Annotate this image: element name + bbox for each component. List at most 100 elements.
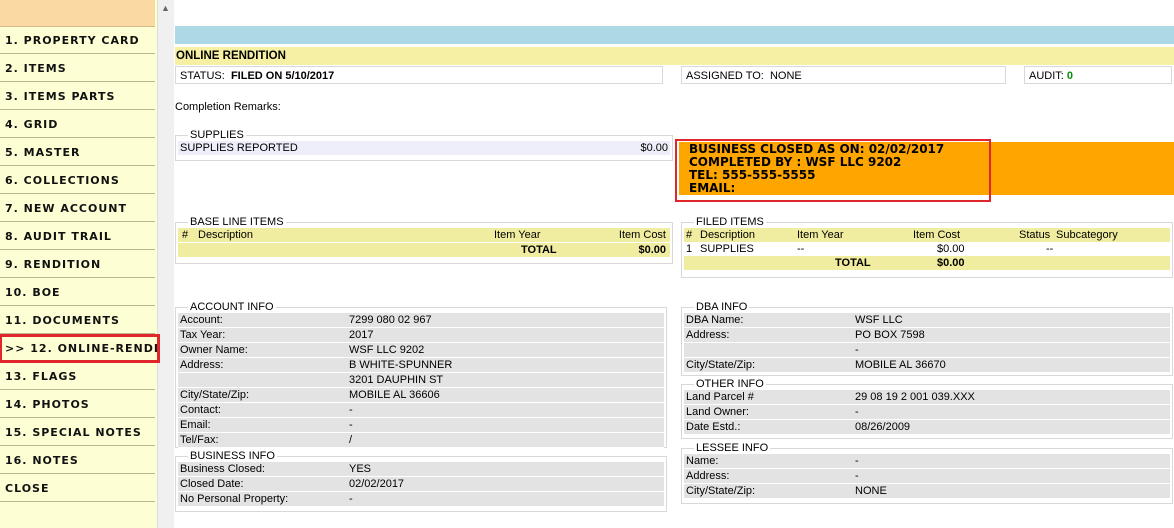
assigned-label: ASSIGNED TO:	[686, 70, 764, 82]
lessee-row: Name: -	[684, 454, 1170, 469]
filed-total-label: TOTAL	[835, 257, 871, 269]
baseline-col-desc: Description	[198, 229, 254, 241]
sidebar-item[interactable]: 6. COLLECTIONS	[0, 167, 155, 194]
account-row: Owner Name: WSF LLC 9202	[178, 343, 664, 358]
lessee-row-label: Name:	[686, 455, 719, 467]
sidebar-item[interactable]: 3. ITEMS PARTS	[0, 83, 155, 110]
account-row-label: Email:	[180, 419, 211, 431]
baseline-col-year: Item Year	[494, 229, 541, 241]
vertical-scrollbar[interactable]: ▲	[157, 0, 174, 528]
sidebar-item[interactable]: 8. AUDIT TRAIL	[0, 223, 155, 250]
sidebar-item[interactable]: CLOSE	[0, 475, 155, 502]
sidebar-item[interactable]: 10. BOE	[0, 279, 155, 306]
dba-row: Address: PO BOX 7598	[684, 328, 1170, 343]
audit-value: 0	[1066, 70, 1074, 82]
business-row-value: -	[349, 493, 353, 505]
sidebar-item[interactable]: 11. DOCUMENTS	[0, 307, 155, 334]
business-row-label: Closed Date:	[180, 478, 244, 490]
account-row-value: /	[349, 434, 353, 446]
business-rows: Business Closed: YES Closed Date: 02/02/201…	[178, 462, 664, 507]
business-row-value: YES	[349, 463, 372, 475]
lessee-row-label: City/State/Zip:	[686, 485, 756, 497]
filed-legend: FILED ITEMS	[696, 216, 764, 228]
account-row-label: Tel/Fax:	[180, 434, 219, 446]
audit-box: AUDIT: 0	[1024, 66, 1172, 84]
account-row-value: WSF LLC 9202	[349, 344, 425, 356]
other-row: Land Parcel # 29 08 19 2 001 039.XXX	[684, 390, 1170, 405]
baseline-col-num: #	[182, 229, 189, 241]
business-info-section: BUSINESS INFO Business Closed: YES Closed …	[175, 450, 667, 512]
account-row: Address: B WHITE-SPUNNER	[178, 358, 664, 373]
sidebar-header	[0, 0, 155, 27]
filed-row-desc: SUPPLIES	[700, 243, 754, 255]
status-value: FILED ON 5/10/2017	[230, 70, 335, 82]
supplies-value: $0.00	[640, 142, 668, 154]
sidebar-item[interactable]: 9. RENDITION	[0, 251, 155, 278]
business-row-label: Business Closed:	[180, 463, 265, 475]
supplies-legend: SUPPLIES	[190, 129, 244, 141]
audit-label: AUDIT:	[1029, 70, 1064, 82]
other-row-label: Date Estd.:	[686, 421, 741, 433]
sidebar-item[interactable]: 15. SPECIAL NOTES	[0, 419, 155, 446]
lessee-row-value: NONE	[855, 485, 887, 497]
dba-row: -	[684, 343, 1170, 358]
sidebar-item[interactable]: 1. PROPERTY CARD	[0, 27, 155, 54]
account-row-value: 7299 080 02 967	[349, 314, 432, 326]
sidebar-item[interactable]: 5. MASTER	[0, 139, 155, 166]
filed-col-num: #	[686, 229, 693, 241]
business-row: No Personal Property: -	[178, 492, 664, 507]
main-content: ONLINE RENDITION STATUS: FILED ON 5/10/2…	[173, 0, 1174, 528]
baseline-total-value: $0.00	[638, 244, 666, 256]
dba-rows: DBA Name: WSF LLC Address: PO BOX 7598 - City…	[684, 313, 1170, 373]
filed-col-year: Item Year	[797, 229, 844, 241]
alert-tel-line: TEL: 555-555-5555	[689, 168, 816, 182]
filed-items-section: FILED ITEMS # Description Item Year Item…	[681, 216, 1173, 278]
account-row-label: Address:	[180, 359, 224, 371]
baseline-total-row: TOTAL $0.00	[178, 243, 670, 257]
sidebar-item[interactable]: 7. NEW ACCOUNT	[0, 195, 155, 222]
dba-row-label: City/State/Zip:	[686, 359, 756, 371]
dba-row-value: WSF LLC	[855, 314, 903, 326]
top-banner	[175, 26, 1174, 44]
account-row: Contact: -	[178, 403, 664, 418]
account-row-label: Tax Year:	[180, 329, 226, 341]
dba-legend: DBA INFO	[696, 301, 748, 313]
dba-row-value: MOBILE AL 36670	[855, 359, 946, 371]
other-row-label: Land Parcel #	[686, 391, 754, 403]
lessee-row-value: -	[855, 455, 859, 467]
business-closed-alert: BUSINESS CLOSED AS ON: 02/02/2017 COMPLE…	[679, 142, 1174, 195]
filed-row-year: --	[797, 243, 805, 255]
dba-row-label: Address:	[686, 329, 730, 341]
other-row: Land Owner: -	[684, 405, 1170, 420]
supplies-section: SUPPLIES SUPPLIES REPORTED $0.00	[175, 129, 673, 161]
dba-row-value: -	[855, 344, 859, 356]
filed-total-row: TOTAL $0.00	[684, 256, 1170, 270]
other-row-value: -	[855, 406, 859, 418]
sidebar-item[interactable]: >> 12. ONLINE-RENDITI	[0, 334, 160, 363]
account-row: Tel/Fax: /	[178, 433, 664, 448]
sidebar-item[interactable]: 16. NOTES	[0, 447, 155, 474]
dba-row-value: PO BOX 7598	[855, 329, 925, 341]
other-row-value: 08/26/2009	[855, 421, 911, 433]
filed-row-cost: $0.00	[937, 243, 965, 255]
account-row-label: Account:	[180, 314, 223, 326]
account-row: 3201 DAUPHIN ST	[178, 373, 664, 388]
account-row: Account: 7299 080 02 967	[178, 313, 664, 328]
sidebar-item[interactable]: 13. FLAGS	[0, 363, 155, 390]
account-row-label: Contact:	[180, 404, 221, 416]
other-row-label: Land Owner:	[686, 406, 749, 418]
other-row: Date Estd.: 08/26/2009	[684, 420, 1170, 435]
business-legend: BUSINESS INFO	[190, 450, 275, 462]
sidebar-item[interactable]: 14. PHOTOS	[0, 391, 155, 418]
account-legend: ACCOUNT INFO	[190, 301, 274, 313]
scroll-up-icon[interactable]: ▲	[161, 3, 170, 13]
lessee-info-section: LESSEE INFO Name: - Address: - City/State/Zi…	[681, 442, 1173, 504]
sidebar-item[interactable]: 2. ITEMS	[0, 55, 155, 82]
dba-row: City/State/Zip: MOBILE AL 36670	[684, 358, 1170, 373]
sidebar-item[interactable]: 4. GRID	[0, 111, 155, 138]
assigned-value: NONE	[769, 70, 802, 82]
business-row-value: 02/02/2017	[349, 478, 405, 490]
supplies-row: SUPPLIES REPORTED $0.00	[178, 141, 670, 155]
other-row-value: 29 08 19 2 001 039.XXX	[855, 391, 975, 403]
other-info-section: OTHER INFO Land Parcel # 29 08 19 2 001 0…	[681, 378, 1173, 439]
